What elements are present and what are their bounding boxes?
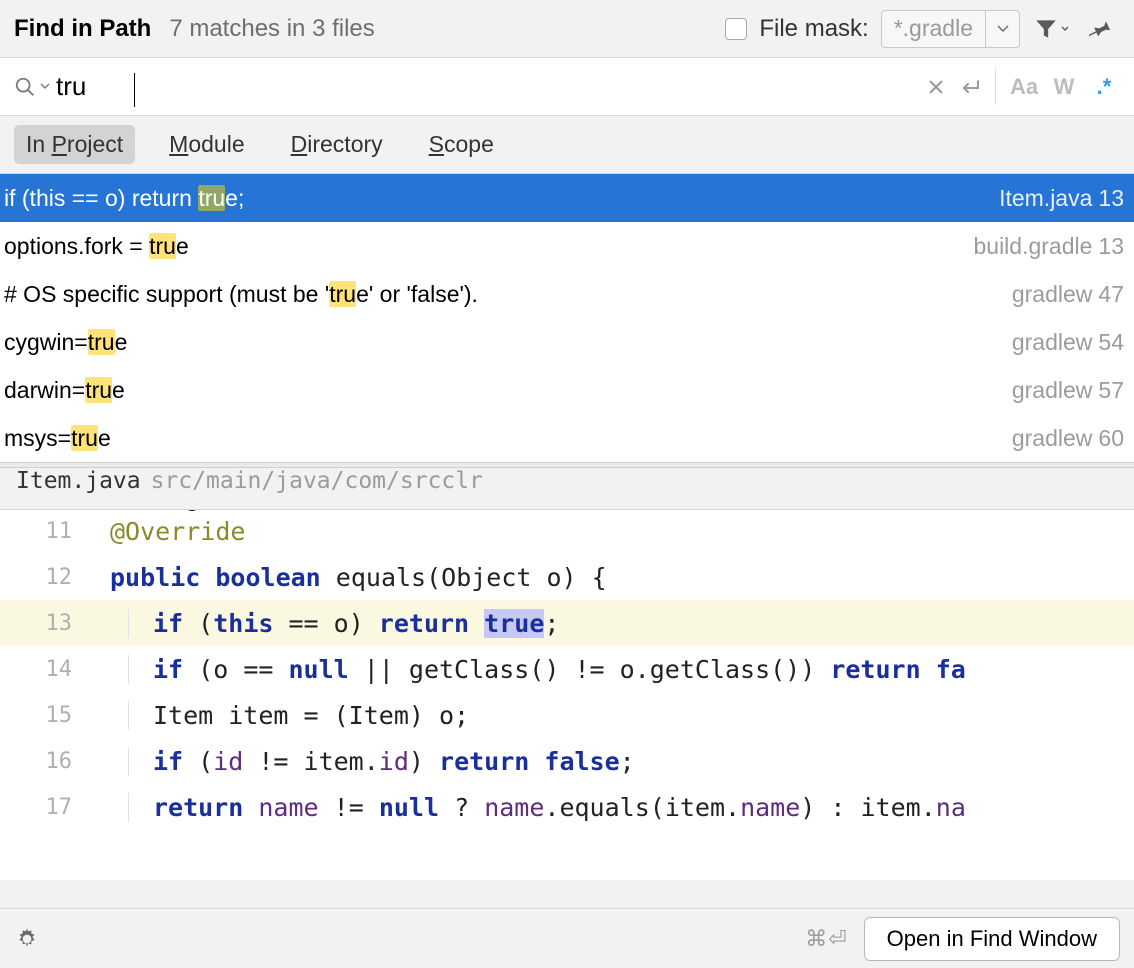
whole-word-toggle[interactable]: W [1044,74,1084,100]
gutter-line-number: 14 [0,657,92,682]
result-line: 60 [1098,425,1124,452]
scope-tabs: In Project Module Directory Scope [0,116,1134,174]
result-file: gradlew [1012,377,1093,404]
shortcut-hint: ⌘⏎ [805,926,847,952]
result-file: gradlew [1012,281,1093,308]
code-preview[interactable]: 10 String name; 11 @Override 12 public b… [0,510,1134,880]
file-mask-value: *.gradle [882,15,985,42]
file-mask-select[interactable]: *.gradle [881,10,1020,48]
result-line: 57 [1098,377,1124,404]
filter-icon[interactable] [1032,10,1070,48]
header-bar: Find in Path 7 matches in 3 files File m… [0,0,1134,58]
file-mask-checkbox[interactable] [725,18,747,40]
results-list: if (this == o) return true; Item.java 13… [0,174,1134,462]
result-row[interactable]: darwin=true gradlew 57 [0,366,1134,414]
result-file: gradlew [1012,425,1093,452]
match-case-toggle[interactable]: Aa [1004,74,1044,100]
result-line: 54 [1098,329,1124,356]
result-file: Item.java [999,185,1092,212]
preview-filename: Item.java [16,468,141,494]
gutter-line-number: 11 [0,519,92,544]
result-line: 47 [1098,281,1124,308]
file-mask-label: File mask: [759,15,868,43]
dialog-title: Find in Path [14,15,151,43]
gutter-line-number: 15 [0,703,92,728]
search-bar: Aa W .* [0,58,1134,116]
result-row[interactable]: if (this == o) return true; Item.java 13 [0,174,1134,222]
chevron-down-icon[interactable] [985,11,1019,47]
footer-bar: ⌘⏎ Open in Find Window [0,908,1134,968]
pin-icon[interactable] [1082,10,1120,48]
newline-icon[interactable] [953,70,987,104]
gutter-line-number: 12 [0,565,92,590]
open-in-find-window-button[interactable]: Open in Find Window [864,917,1120,961]
gutter-line-number: 13 [0,611,92,636]
result-row[interactable]: msys=true gradlew 60 [0,414,1134,462]
result-line: 13 [1098,185,1124,212]
regex-toggle[interactable]: .* [1084,74,1124,100]
result-file: gradlew [1012,329,1093,356]
preview-path: src/main/java/com/srcclr [151,468,483,494]
gutter-line-number: 17 [0,795,92,820]
text-caret [134,73,135,107]
clear-search-icon[interactable] [919,70,953,104]
result-file: build.gradle [973,233,1092,260]
divider [995,69,996,105]
search-input[interactable] [50,67,919,106]
tab-in-project[interactable]: In Project [14,125,135,164]
result-row[interactable]: # OS specific support (must be 'true' or… [0,270,1134,318]
search-history-chevron-icon[interactable] [40,83,50,91]
result-line: 13 [1098,233,1124,260]
match-count: 7 matches in 3 files [169,15,374,43]
result-row[interactable]: options.fork = true build.gradle 13 [0,222,1134,270]
tab-module[interactable]: Module [157,125,256,164]
gutter-line-number: 16 [0,749,92,774]
tab-scope[interactable]: Scope [417,125,506,164]
tab-directory[interactable]: Directory [279,125,395,164]
settings-icon[interactable] [14,926,40,952]
search-icon[interactable] [10,76,40,98]
result-row[interactable]: cygwin=true gradlew 54 [0,318,1134,366]
preview-header: Item.java src/main/java/com/srcclr [0,468,1134,510]
